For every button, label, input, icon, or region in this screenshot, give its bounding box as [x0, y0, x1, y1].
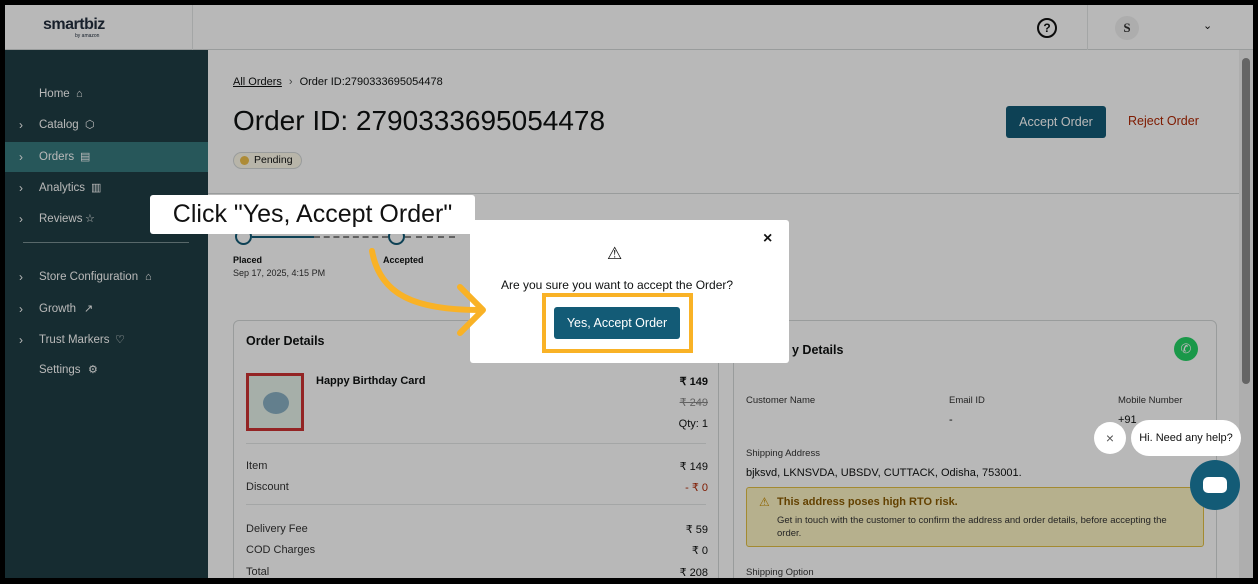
tutorial-arrow — [369, 248, 486, 336]
chat-launcher-button[interactable] — [1190, 460, 1240, 510]
app-frame: smartbiz by amazon ? S ⌄ Home ⌂ › Catalo… — [5, 5, 1253, 578]
chat-icon — [1203, 477, 1227, 493]
chat-close-icon[interactable]: × — [1094, 422, 1126, 454]
chat-greeting[interactable]: Hi. Need any help? — [1131, 420, 1241, 456]
